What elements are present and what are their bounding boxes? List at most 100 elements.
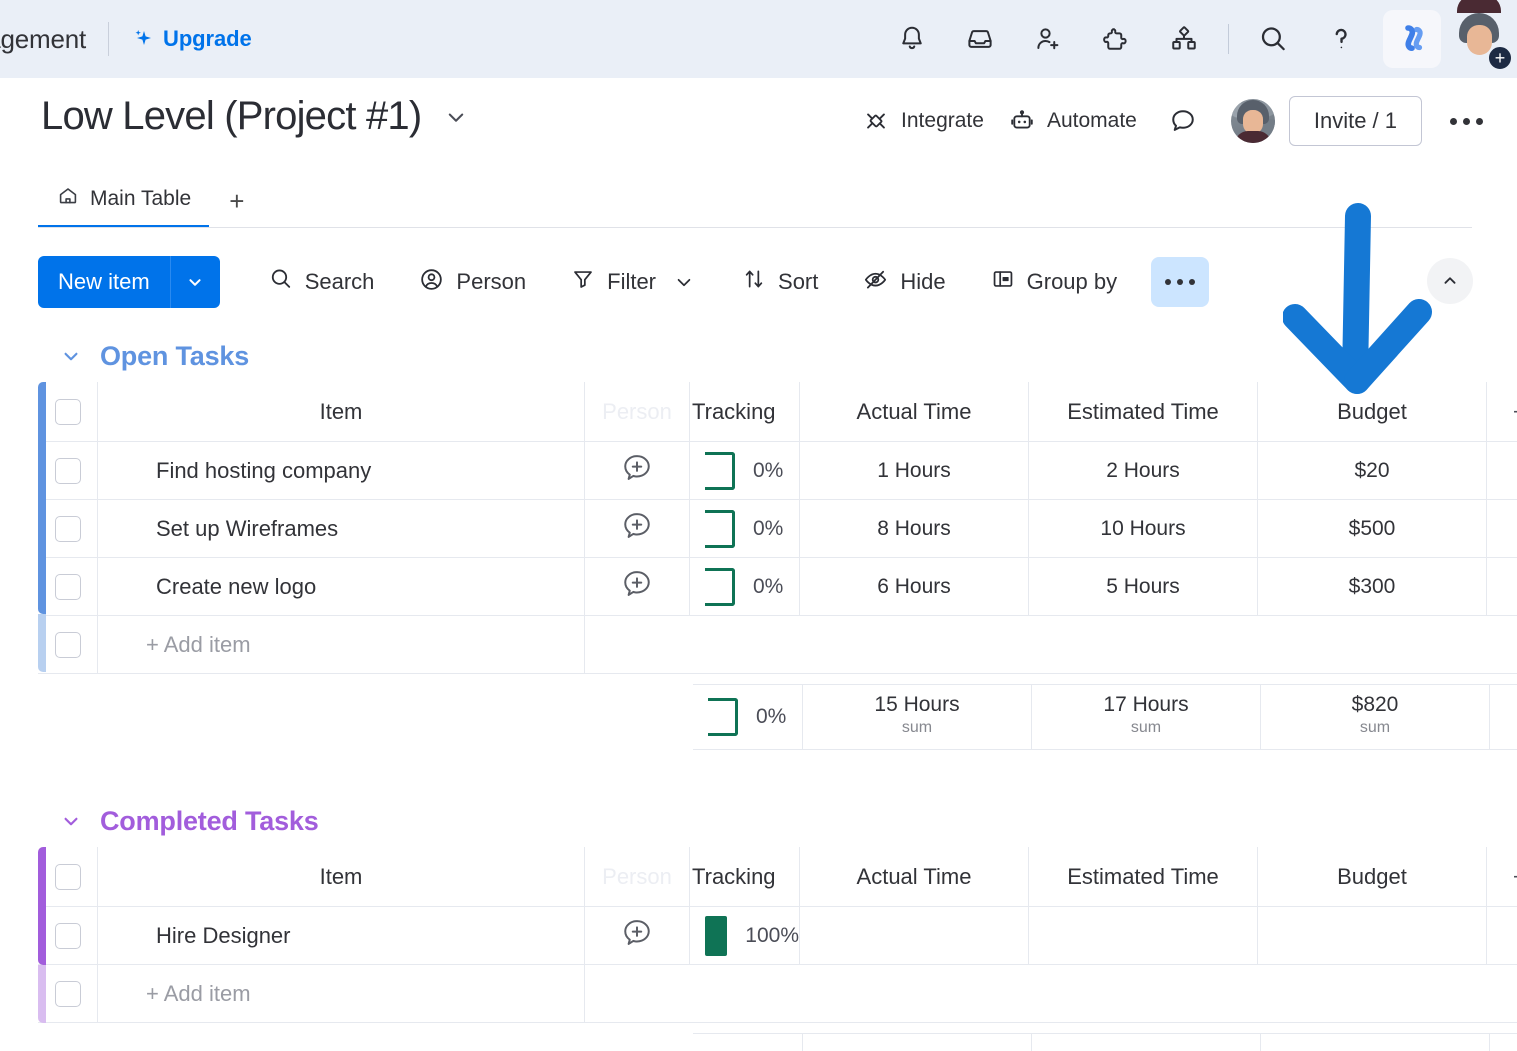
group-title[interactable]: Completed Tasks — [100, 806, 319, 837]
summary-estimated-time[interactable] — [1032, 1033, 1261, 1051]
column-header-item[interactable]: Item — [98, 382, 585, 442]
table-row[interactable]: Find hosting company 0% 1 Hours 2 Hours … — [38, 442, 1517, 500]
invite-button[interactable]: Invite / 1 — [1289, 96, 1422, 146]
row-checkbox[interactable] — [55, 923, 81, 949]
cell-budget[interactable]: $20 — [1258, 442, 1487, 500]
group-collapse-chevron-icon[interactable] — [58, 343, 84, 369]
cell-tracking[interactable]: 0% — [690, 558, 800, 616]
add-item-row[interactable]: + Add item — [38, 965, 1517, 1023]
apps-icon[interactable] — [1092, 15, 1140, 63]
row-checkbox[interactable] — [55, 516, 81, 542]
cell-person[interactable] — [585, 907, 690, 965]
cell-person[interactable] — [585, 442, 690, 500]
column-header-actual-time[interactable]: Actual Time — [800, 382, 1029, 442]
sort-button[interactable]: Sort — [727, 256, 832, 308]
add-update-icon[interactable] — [620, 916, 654, 956]
cell-budget[interactable] — [1258, 907, 1487, 965]
select-all-checkbox[interactable] — [55, 399, 81, 425]
filter-chevron-down-icon[interactable] — [671, 269, 697, 295]
avatar-add-badge[interactable]: + — [1487, 45, 1513, 71]
column-header-tracking[interactable]: Tracking — [690, 847, 800, 907]
add-row-checkbox[interactable] — [55, 632, 81, 658]
cell-tracking[interactable]: 0% — [690, 500, 800, 558]
column-header-item[interactable]: Item — [98, 847, 585, 907]
summary-budget[interactable] — [1261, 1033, 1490, 1051]
cell-extra[interactable] — [1487, 907, 1517, 965]
search-button[interactable]: Search — [254, 256, 389, 308]
cell-item[interactable]: Hire Designer — [98, 907, 585, 965]
add-update-icon[interactable] — [620, 567, 654, 607]
column-header-budget[interactable]: Budget — [1258, 382, 1487, 442]
cell-person[interactable] — [585, 500, 690, 558]
toolbar-more-button[interactable] — [1151, 257, 1209, 307]
summary-tracking[interactable] — [693, 1033, 803, 1051]
cell-extra[interactable] — [1487, 500, 1517, 558]
updates-chat-icon[interactable] — [1159, 97, 1207, 145]
add-tab-button[interactable]: + — [209, 188, 264, 228]
row-checkbox[interactable] — [55, 458, 81, 484]
board-owner-avatar[interactable] — [1231, 99, 1275, 143]
add-item-cell[interactable]: + Add item — [98, 965, 585, 1023]
monday-ai-button[interactable] — [1383, 10, 1441, 68]
cell-estimated-time[interactable] — [1029, 907, 1258, 965]
table-row[interactable]: Set up Wireframes 0% 8 Hours 10 Hours $5… — [38, 500, 1517, 558]
notifications-icon[interactable] — [888, 15, 936, 63]
table-row[interactable]: Create new logo 0% 6 Hours 5 Hours $300 — [38, 558, 1517, 616]
cell-extra[interactable] — [1487, 558, 1517, 616]
column-header-extra[interactable]: - — [1487, 382, 1517, 442]
column-header-actual-time[interactable]: Actual Time — [800, 847, 1029, 907]
cell-budget[interactable]: $300 — [1258, 558, 1487, 616]
summary-actual-time[interactable] — [803, 1033, 1032, 1051]
search-icon[interactable] — [1249, 15, 1297, 63]
column-header-estimated-time[interactable]: Estimated Time — [1029, 382, 1258, 442]
hide-button[interactable]: Hide — [848, 256, 959, 309]
cell-tracking[interactable]: 0% — [690, 442, 800, 500]
cell-estimated-time[interactable]: 5 Hours — [1029, 558, 1258, 616]
cell-budget[interactable]: $500 — [1258, 500, 1487, 558]
group-title[interactable]: Open Tasks — [100, 341, 249, 372]
upgrade-button[interactable]: Upgrade — [131, 26, 252, 52]
summary-actual-time[interactable]: 15 Hours sum — [803, 684, 1032, 750]
group-by-button[interactable]: Group by — [976, 256, 1132, 308]
cell-actual-time[interactable]: 1 Hours — [800, 442, 1029, 500]
automate-button[interactable]: Automate — [996, 99, 1149, 143]
filter-button[interactable]: Filter — [556, 256, 711, 308]
user-avatar[interactable]: + — [1451, 11, 1507, 67]
summary-tracking[interactable]: 0% — [693, 684, 803, 750]
integrate-button[interactable]: Integrate — [850, 99, 996, 143]
cell-item[interactable]: Create new logo — [98, 558, 585, 616]
table-row[interactable]: Hire Designer 100% — [38, 907, 1517, 965]
board-title-chevron-down-icon[interactable] — [441, 102, 471, 132]
column-header-person[interactable]: Person — [585, 847, 690, 907]
board-more-options-button[interactable] — [1436, 106, 1497, 137]
cell-item[interactable]: Set up Wireframes — [98, 500, 585, 558]
column-header-person[interactable]: Person — [585, 382, 690, 442]
add-update-icon[interactable] — [620, 509, 654, 549]
inbox-icon[interactable] — [956, 15, 1004, 63]
cell-person[interactable] — [585, 558, 690, 616]
new-item-chevron-down-icon[interactable] — [170, 256, 220, 308]
column-header-estimated-time[interactable]: Estimated Time — [1029, 847, 1258, 907]
summary-budget[interactable]: $820 sum — [1261, 684, 1490, 750]
collapse-toolbar-button[interactable] — [1427, 258, 1473, 304]
help-icon[interactable] — [1317, 15, 1365, 63]
select-all-checkbox[interactable] — [55, 864, 81, 890]
column-header-extra[interactable]: - — [1487, 847, 1517, 907]
cell-actual-time[interactable]: 8 Hours — [800, 500, 1029, 558]
cell-extra[interactable] — [1487, 442, 1517, 500]
column-header-tracking[interactable]: Tracking — [690, 382, 800, 442]
group-collapse-chevron-icon[interactable] — [58, 808, 84, 834]
column-header-budget[interactable]: Budget — [1258, 847, 1487, 907]
summary-estimated-time[interactable]: 17 Hours sum — [1032, 684, 1261, 750]
cell-actual-time[interactable] — [800, 907, 1029, 965]
tab-main-table[interactable]: Main Table — [38, 184, 209, 228]
cell-estimated-time[interactable]: 2 Hours — [1029, 442, 1258, 500]
add-item-row[interactable]: + Add item — [38, 616, 1517, 674]
cell-tracking[interactable]: 100% — [690, 907, 800, 965]
add-row-checkbox[interactable] — [55, 981, 81, 1007]
hierarchy-icon[interactable] — [1160, 15, 1208, 63]
new-item-button[interactable]: New item — [38, 256, 220, 308]
cell-item[interactable]: Find hosting company — [98, 442, 585, 500]
invite-member-icon[interactable] — [1024, 15, 1072, 63]
add-item-cell[interactable]: + Add item — [98, 616, 585, 674]
